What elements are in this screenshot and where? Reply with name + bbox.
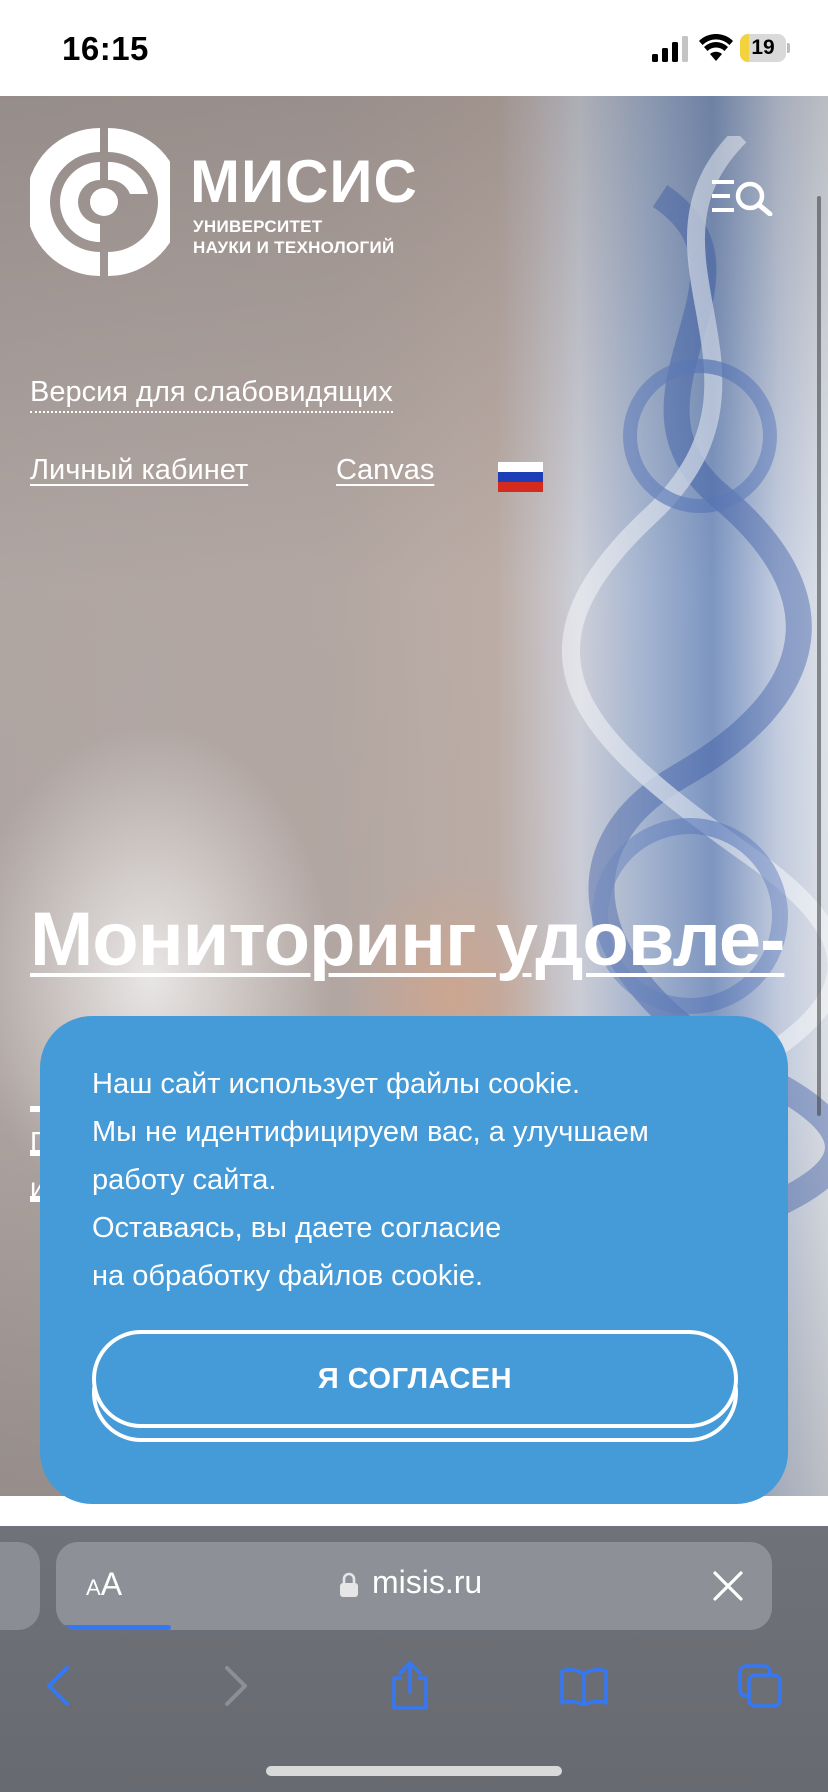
cookie-message-line: Наш сайт использует файлы cookie. xyxy=(92,1068,581,1100)
tabs-icon xyxy=(738,1664,782,1708)
scroll-indicator[interactable] xyxy=(817,196,821,1116)
brand-subtitle: УНИВЕРСИТЕТ НАУКИ И ТЕХНОЛОГИЙ xyxy=(193,216,395,258)
canvas-link[interactable]: Canvas xyxy=(336,454,434,487)
previous-tab-preview[interactable] xyxy=(0,1542,40,1630)
wifi-icon xyxy=(699,34,733,61)
browser-toolbar: AA misis.ru xyxy=(0,1526,828,1792)
bookmarks-icon xyxy=(560,1668,608,1706)
url-text[interactable]: misis.ru xyxy=(372,1564,482,1601)
share-icon xyxy=(392,1661,428,1710)
cookie-accept-button[interactable]: Я СОГЛАСЕН xyxy=(92,1330,738,1428)
low-vision-link[interactable]: Версия для слабовидящих xyxy=(30,376,393,413)
back-icon xyxy=(47,1666,69,1706)
back-button[interactable] xyxy=(28,1656,88,1716)
cookie-message-line: работу сайта. xyxy=(92,1164,277,1196)
cookie-message-line: Мы не идентифицируем вас, а улучшаем xyxy=(92,1116,649,1148)
page-load-progress xyxy=(56,1625,171,1630)
share-button[interactable] xyxy=(380,1656,440,1716)
personal-account-link[interactable]: Личный кабинет xyxy=(30,454,248,487)
cookie-message-line: Оставаясь, вы даете согласие xyxy=(92,1212,502,1244)
aa-small: A xyxy=(86,1575,101,1600)
signal-icon xyxy=(652,36,688,62)
forward-button[interactable] xyxy=(206,1656,266,1716)
brand-name[interactable]: МИСИС xyxy=(190,152,418,212)
lock-icon xyxy=(340,1572,358,1597)
brand-subtitle-line1: УНИВЕРСИТЕТ xyxy=(193,217,323,236)
page-settings-button[interactable]: AA xyxy=(86,1566,122,1603)
brand-subtitle-line2: НАУКИ И ТЕХНОЛОГИЙ xyxy=(193,238,395,257)
battery-level: 19 xyxy=(751,36,775,59)
aa-big: A xyxy=(100,1566,123,1602)
status-time: 16:15 xyxy=(62,30,149,67)
misis-logo-icon[interactable] xyxy=(30,124,170,280)
hero-headline[interactable]: Мониторинг удовле- xyxy=(30,896,810,983)
tabs-button[interactable] xyxy=(730,1656,790,1716)
bookmarks-button[interactable] xyxy=(554,1656,614,1716)
address-bar[interactable]: AA misis.ru xyxy=(56,1542,772,1630)
status-bar: 16:15 19 xyxy=(0,0,828,96)
battery-icon: 19 xyxy=(740,34,790,62)
menu-search-icon[interactable] xyxy=(712,176,776,216)
cookie-message-line: на обработку файлов cookie. xyxy=(92,1260,484,1292)
home-indicator[interactable] xyxy=(266,1766,562,1776)
cookie-message: Наш сайт использует файлы cookie. Мы не … xyxy=(92,1060,752,1300)
close-icon[interactable] xyxy=(712,1570,744,1602)
ru-flag-icon[interactable] xyxy=(498,462,543,492)
cookie-consent-banner: Наш сайт использует файлы cookie. Мы не … xyxy=(40,1016,788,1504)
forward-icon xyxy=(225,1666,247,1706)
